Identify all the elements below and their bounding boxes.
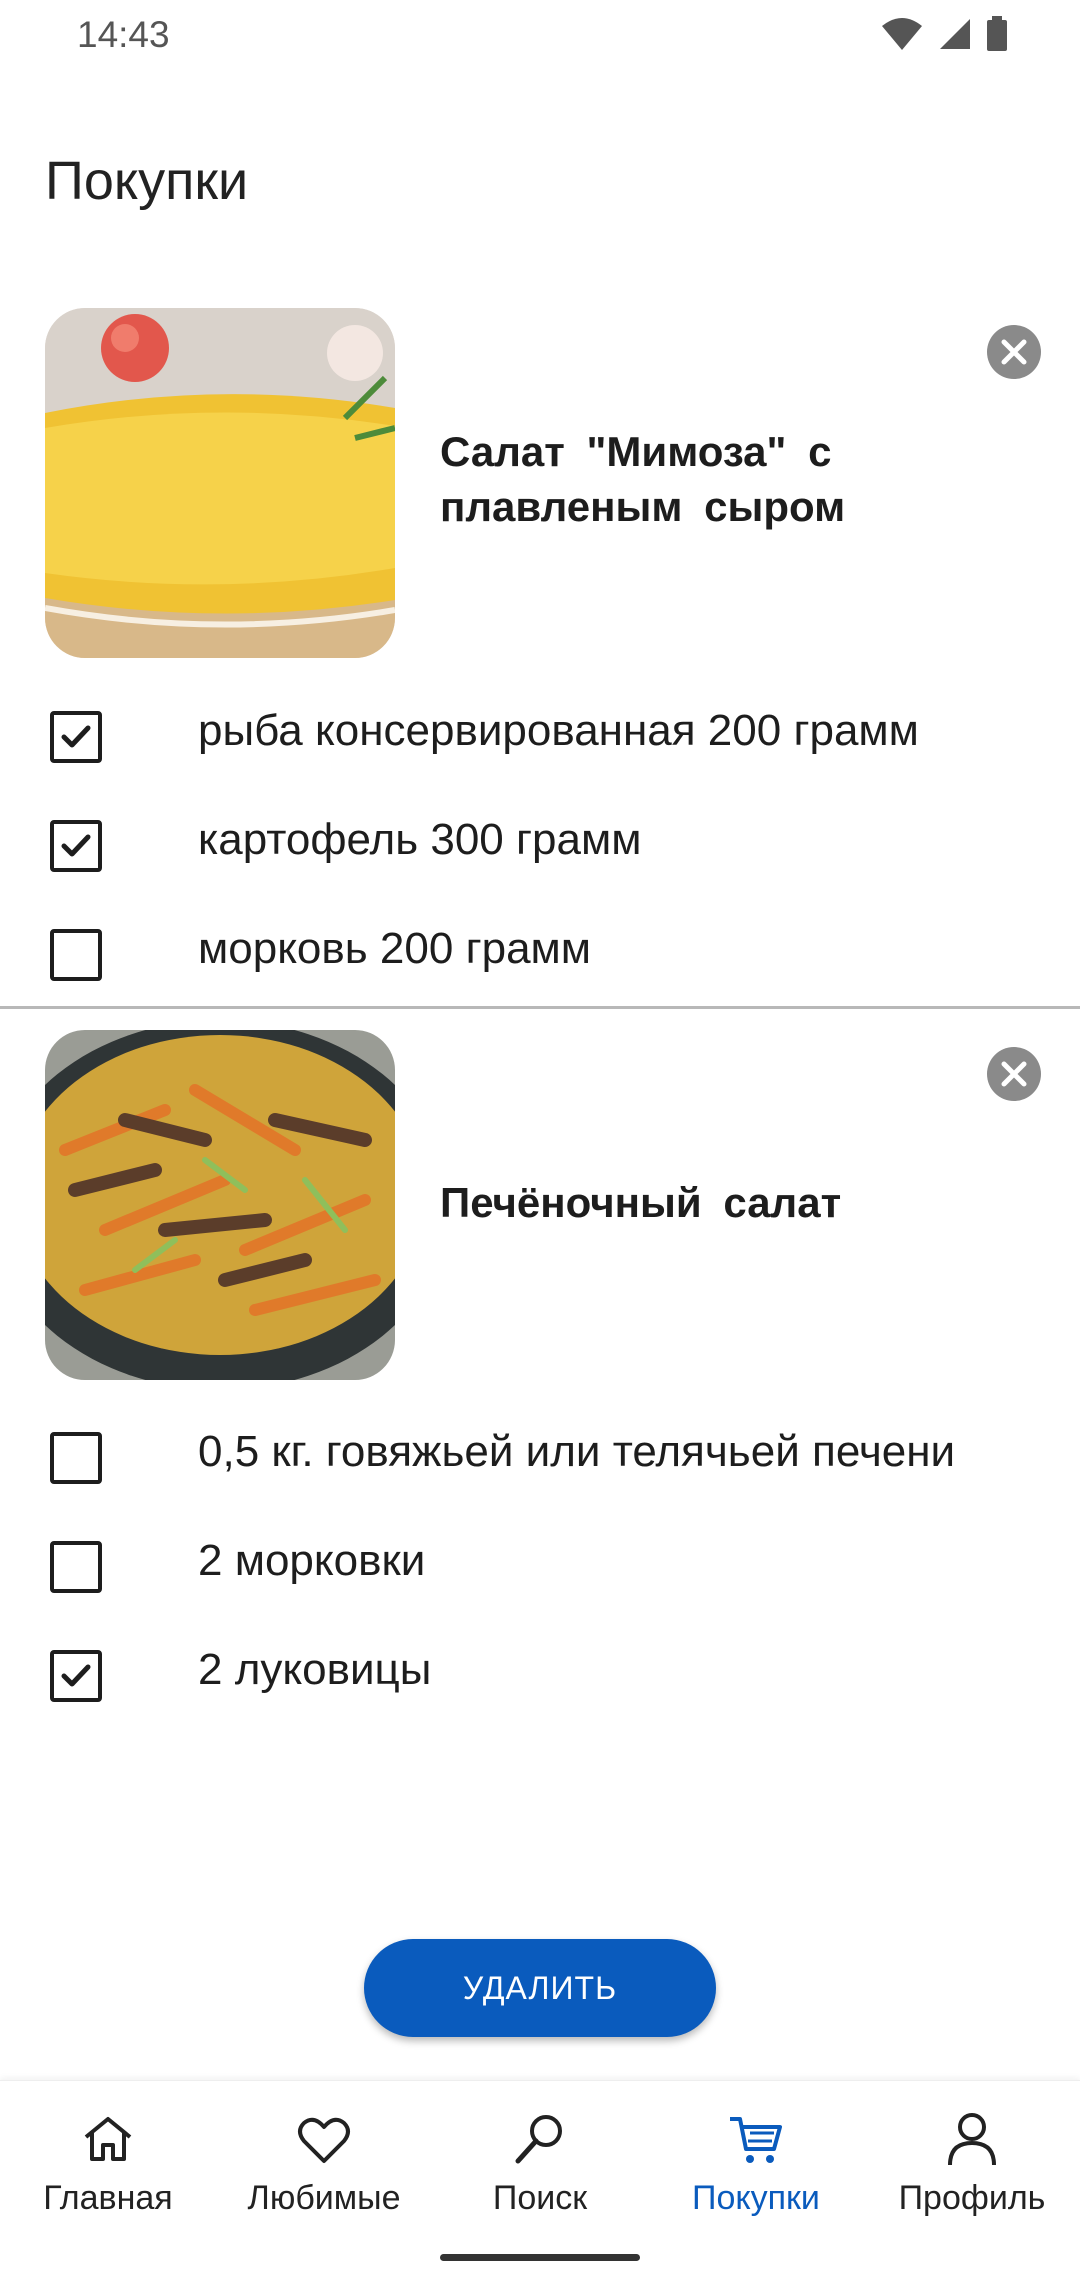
- nav-item-search[interactable]: Поиск: [432, 2109, 648, 2229]
- wifi-icon: [882, 18, 922, 50]
- recipe-photo[interactable]: [45, 308, 395, 658]
- person-icon: [948, 2113, 996, 2166]
- recipe-title[interactable]: Печёночный салат: [440, 1175, 1000, 1230]
- ingredient-checkbox[interactable]: [50, 1432, 102, 1484]
- delete-button[interactable]: УДАЛИТЬ: [364, 1939, 716, 2037]
- recipe-title[interactable]: Салат "Мимоза" с плавленым сыром: [440, 424, 1000, 534]
- ingredient-label: 2 луковицы: [198, 1645, 432, 1694]
- ingredient-row[interactable]: 0,5 кг. говяжьей или телячьей печени: [0, 1415, 1080, 1495]
- ingredient-label: рыба консервированная 200 грамм: [198, 706, 919, 755]
- ingredient-checkbox[interactable]: [50, 711, 102, 763]
- status-icons: [880, 16, 1008, 52]
- ingredient-label: 2 морковки: [198, 1536, 426, 1585]
- nav-label: Профиль: [898, 2179, 1046, 2217]
- nav-label: Любимые: [247, 2179, 401, 2217]
- checkmark-icon: [61, 1664, 91, 1687]
- nav-label: Поиск: [492, 2179, 588, 2217]
- ingredient-checkbox[interactable]: [50, 1650, 102, 1702]
- ingredient-label: морковь 200 грамм: [198, 924, 592, 973]
- nav-label: Покупки: [692, 2179, 820, 2217]
- close-icon: [1001, 339, 1027, 365]
- status-time: 14:43: [77, 14, 170, 55]
- checkmark-icon: [61, 725, 91, 748]
- bottom-nav: Главная Любимые Поиск Покупки Профиль: [0, 2080, 1080, 2280]
- recipe-divider: [0, 1006, 1080, 1009]
- ingredient-checkbox[interactable]: [50, 1541, 102, 1593]
- ingredient-row[interactable]: морковь 200 грамм: [0, 912, 1080, 992]
- checkmark-icon: [61, 834, 91, 857]
- mimosa-salad-image: [45, 308, 395, 658]
- ingredient-row[interactable]: картофель 300 грамм: [0, 803, 1080, 883]
- ingredient-checkbox[interactable]: [50, 929, 102, 981]
- ingredient-label: картофель 300 грамм: [198, 815, 642, 864]
- nav-item-home[interactable]: Главная: [0, 2109, 216, 2229]
- remove-recipe-button[interactable]: [987, 1047, 1041, 1101]
- ingredient-label: 0,5 кг. говяжьей или телячьей печени: [198, 1427, 956, 1476]
- nav-label: Главная: [43, 2179, 173, 2217]
- nav-item-shopping[interactable]: Покупки: [648, 2109, 864, 2229]
- home-indicator: [440, 2254, 640, 2261]
- status-bar: 14:43: [0, 0, 1080, 72]
- recipe-photo[interactable]: [45, 1030, 395, 1380]
- signal-icon: [940, 19, 970, 49]
- heart-icon: [298, 2117, 350, 2163]
- close-icon: [1001, 1061, 1027, 1087]
- ingredient-row[interactable]: 2 луковицы: [0, 1633, 1080, 1713]
- cart-icon: [730, 2117, 782, 2163]
- remove-recipe-button[interactable]: [987, 325, 1041, 379]
- battery-icon: [987, 16, 1007, 51]
- nav-item-profile[interactable]: Профиль: [864, 2109, 1080, 2229]
- home-icon: [84, 2117, 132, 2161]
- ingredient-row[interactable]: рыба консервированная 200 грамм: [0, 694, 1080, 774]
- nav-item-favorites[interactable]: Любимые: [216, 2109, 432, 2229]
- ingredient-row[interactable]: 2 морковки: [0, 1524, 1080, 1604]
- ingredient-checkbox[interactable]: [50, 820, 102, 872]
- liver-salad-image: [45, 1030, 395, 1380]
- search-icon: [515, 2115, 562, 2164]
- page-title: Покупки: [45, 151, 249, 211]
